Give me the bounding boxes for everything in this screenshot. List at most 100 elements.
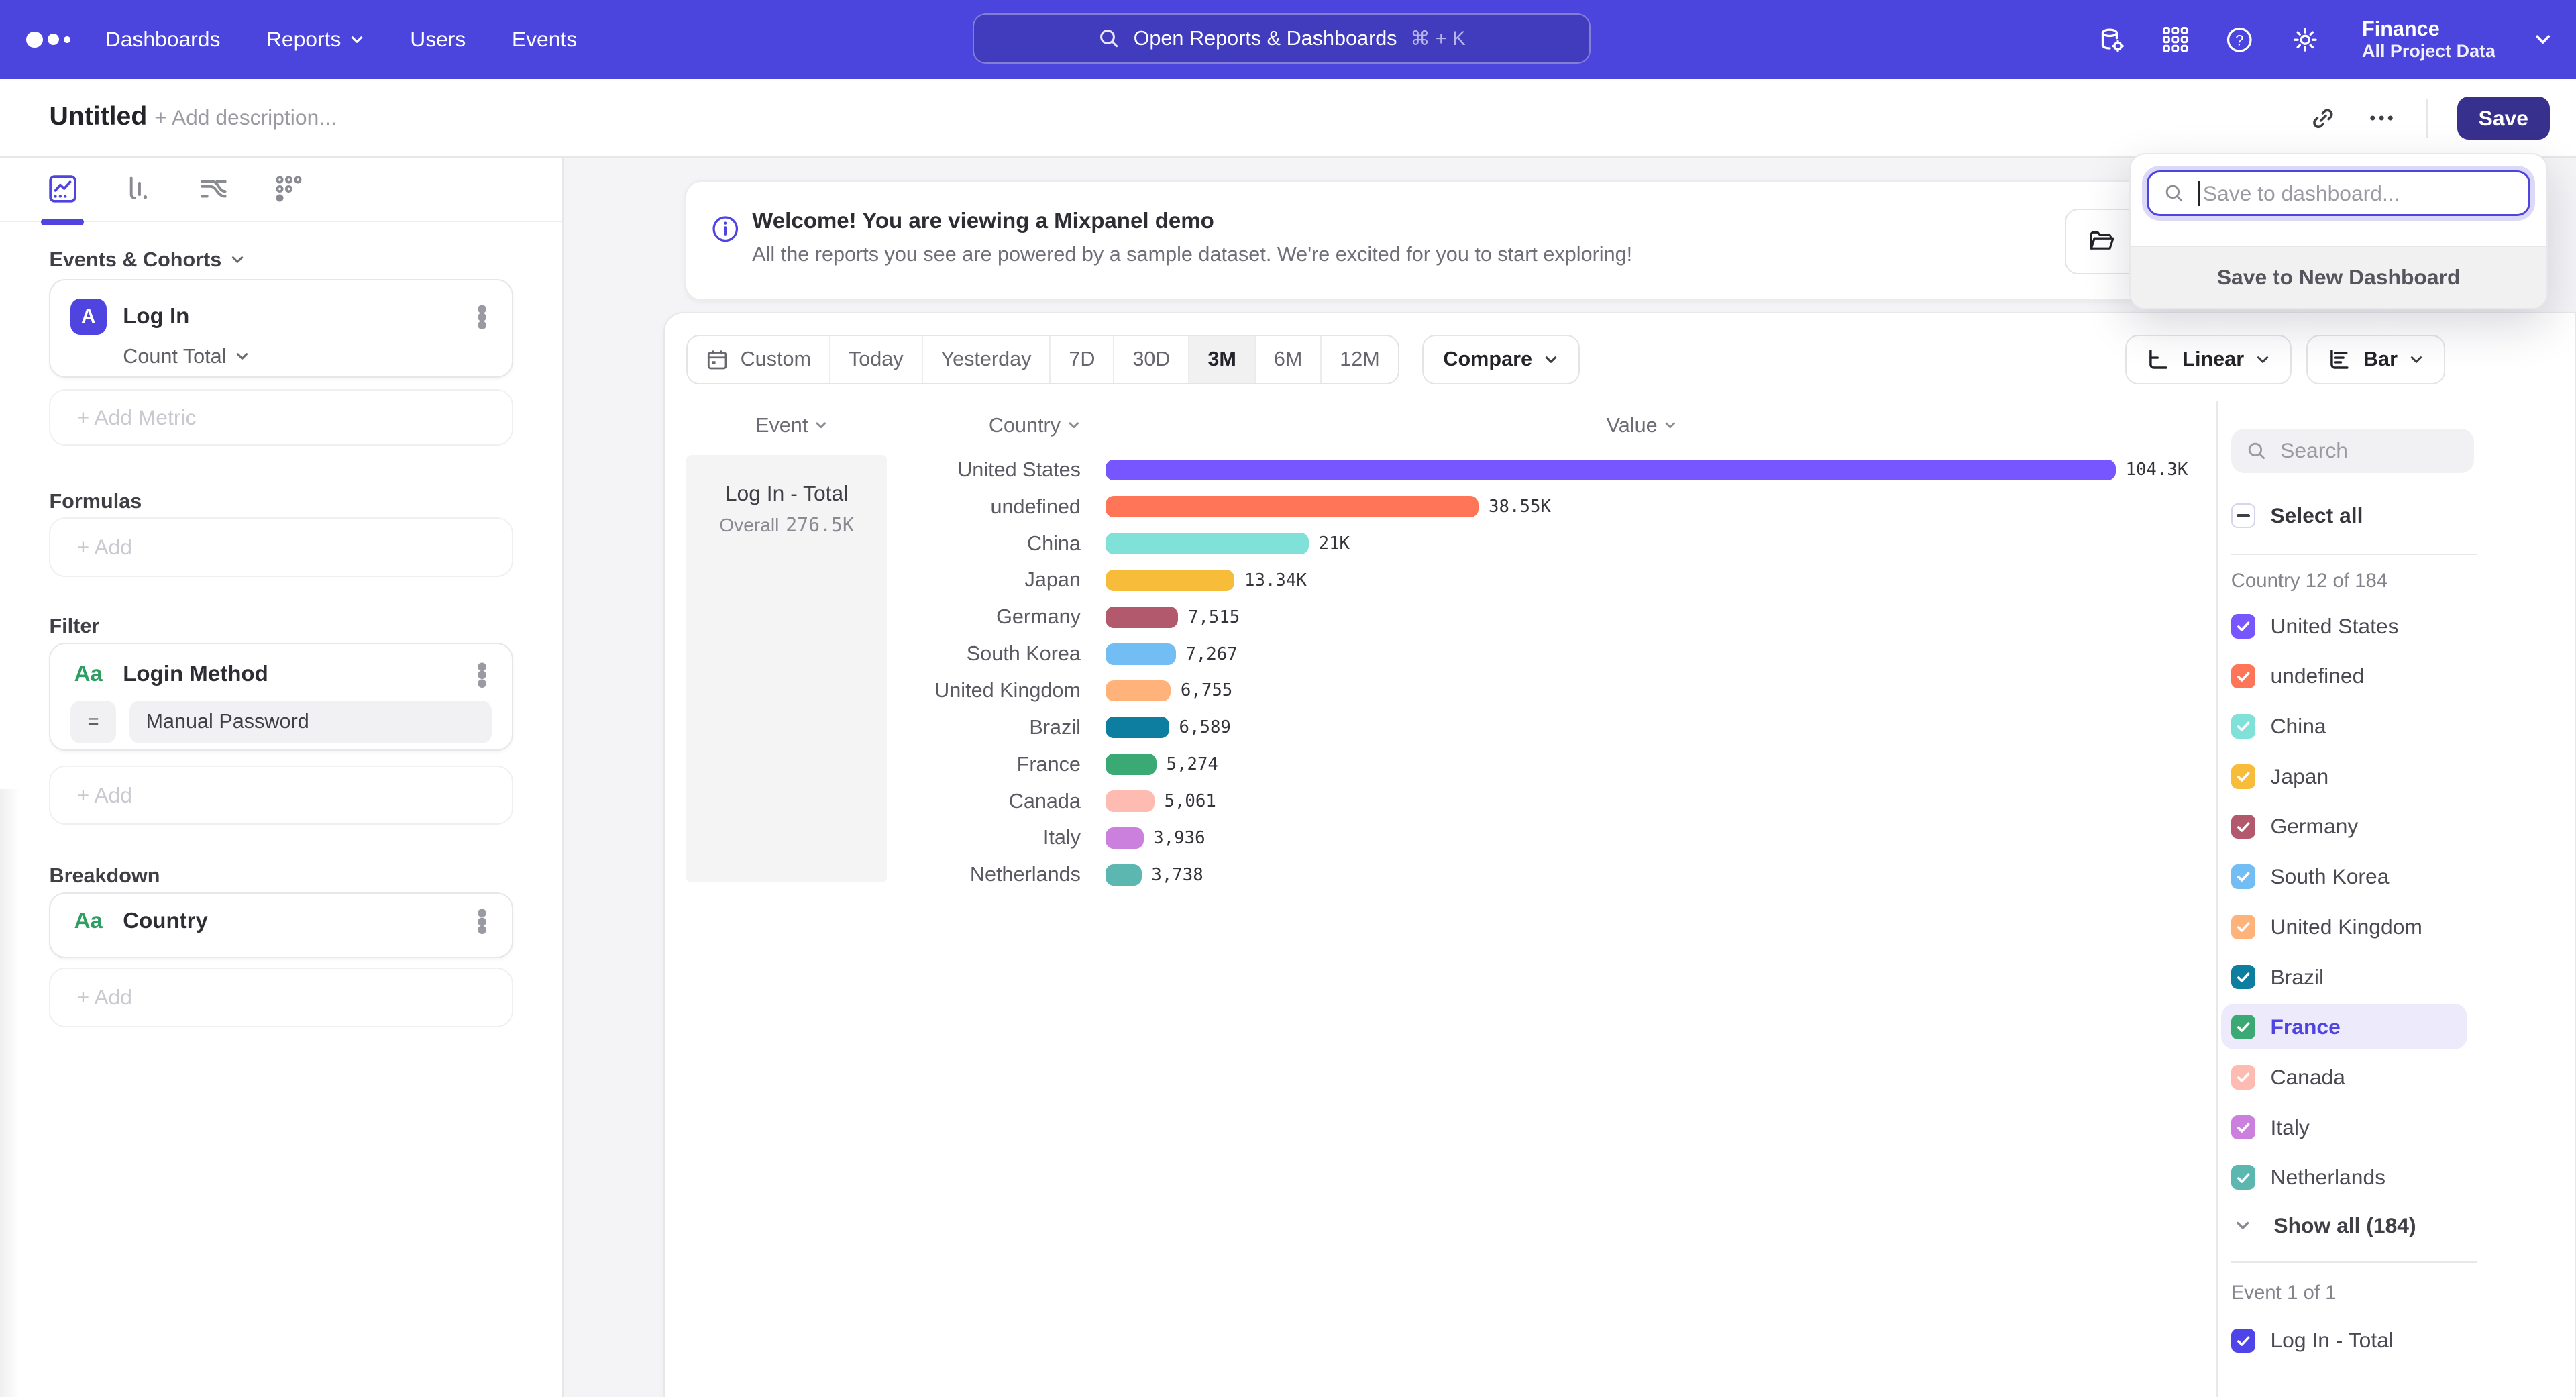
country-filter-item[interactable]: Brazil bbox=[2218, 952, 2575, 1002]
bar[interactable] bbox=[1106, 717, 1169, 738]
country-checkbox[interactable] bbox=[2231, 714, 2256, 739]
add-breakdown-button[interactable]: + Add bbox=[49, 968, 513, 1027]
compare-button[interactable]: Compare bbox=[1422, 335, 1580, 384]
event-checkbox-row[interactable]: Log In - Total bbox=[2218, 1318, 2575, 1364]
filter-operator[interactable]: = bbox=[70, 701, 117, 743]
value-column-header[interactable]: Value bbox=[1607, 414, 1677, 437]
range-today[interactable]: Today bbox=[829, 336, 922, 382]
chart-row: Netherlands3,738 bbox=[686, 856, 2213, 893]
kebab-menu-icon[interactable]: ●●● bbox=[472, 305, 492, 329]
country-checkbox[interactable] bbox=[2231, 664, 2256, 689]
country-checkbox[interactable] bbox=[2231, 965, 2256, 990]
range-yesterday[interactable]: Yesterday bbox=[922, 336, 1050, 382]
country-checkbox[interactable] bbox=[2231, 614, 2256, 639]
help-icon[interactable]: ? bbox=[2224, 24, 2255, 56]
nav-item-dashboards[interactable]: Dashboards bbox=[105, 27, 221, 52]
filter-value[interactable]: Manual Password bbox=[129, 701, 492, 743]
tab-insights[interactable] bbox=[43, 169, 83, 209]
panel-search-input[interactable]: Search bbox=[2231, 429, 2474, 473]
chevron-down-icon[interactable] bbox=[2533, 30, 2553, 49]
tab-funnels[interactable] bbox=[118, 169, 158, 209]
nav-item-users[interactable]: Users bbox=[410, 27, 466, 52]
country-filter-item[interactable]: Canada bbox=[2218, 1052, 2575, 1102]
country-filter-item[interactable]: Germany bbox=[2218, 802, 2575, 852]
global-search-button[interactable]: Open Reports & Dashboards ⌘ + K bbox=[973, 13, 1591, 64]
filter-card[interactable]: Aa Login Method ●●● = Manual Password bbox=[49, 643, 513, 752]
indeterminate-icon bbox=[2237, 514, 2250, 517]
breakdown-card[interactable]: Aa Country ●●● bbox=[49, 892, 513, 958]
select-all-row[interactable]: Select all bbox=[2218, 493, 2575, 539]
country-checkbox[interactable] bbox=[2231, 915, 2256, 939]
metric-aggregation[interactable]: Count Total bbox=[50, 335, 511, 388]
country-filter-item[interactable]: Japan bbox=[2218, 752, 2575, 802]
country-filter-item[interactable]: China bbox=[2218, 701, 2575, 752]
bar[interactable] bbox=[1106, 790, 1155, 812]
range-7d[interactable]: 7D bbox=[1049, 336, 1113, 382]
add-metric-button[interactable]: + Add Metric bbox=[49, 389, 513, 445]
event-column-header[interactable]: Event bbox=[755, 414, 828, 437]
country-checkbox[interactable] bbox=[2231, 864, 2256, 889]
metric-card[interactable]: A Log In ●●● Count Total bbox=[49, 279, 513, 378]
settings-gear-icon[interactable] bbox=[2290, 24, 2321, 56]
more-options-icon[interactable] bbox=[2367, 103, 2396, 133]
country-filter-item[interactable]: Italy bbox=[2218, 1102, 2575, 1153]
country-filter-item[interactable]: France bbox=[2218, 1002, 2575, 1052]
add-formula-button[interactable]: + Add bbox=[49, 517, 513, 576]
copy-link-icon[interactable] bbox=[2309, 105, 2337, 133]
nav-item-events[interactable]: Events bbox=[512, 27, 577, 52]
bar[interactable] bbox=[1106, 827, 1144, 849]
bar[interactable] bbox=[1106, 680, 1171, 702]
kebab-menu-icon[interactable]: ●●● bbox=[472, 662, 492, 687]
chart-type-selector[interactable]: Bar bbox=[2306, 335, 2445, 384]
bar[interactable] bbox=[1106, 754, 1157, 775]
bar[interactable] bbox=[1106, 864, 1142, 886]
bar[interactable] bbox=[1106, 496, 1479, 517]
country-filter-item[interactable]: United States bbox=[2218, 601, 2575, 652]
chevron-down-icon bbox=[235, 349, 250, 364]
country-column-header[interactable]: Country bbox=[989, 414, 1081, 437]
bar[interactable] bbox=[1106, 643, 1176, 665]
country-checkbox[interactable] bbox=[2231, 1065, 2256, 1090]
select-all-checkbox[interactable] bbox=[2231, 503, 2256, 528]
report-title[interactable]: Untitled bbox=[49, 102, 147, 132]
metrics-heading-label[interactable]: Events & Cohorts bbox=[49, 248, 221, 272]
add-filter-button[interactable]: + Add bbox=[49, 766, 513, 825]
metric-name[interactable]: Log In bbox=[123, 304, 455, 329]
range-30d[interactable]: 30D bbox=[1113, 336, 1188, 382]
country-filter-item[interactable]: South Korea bbox=[2218, 851, 2575, 902]
bar[interactable] bbox=[1106, 533, 1309, 554]
country-checkbox[interactable] bbox=[2231, 1115, 2256, 1140]
apps-grid-icon[interactable] bbox=[2161, 25, 2190, 54]
country-checkbox-label: United Kingdom bbox=[2270, 915, 2422, 939]
data-management-icon[interactable] bbox=[2096, 24, 2127, 56]
project-switcher[interactable]: Finance All Project Data bbox=[2362, 17, 2496, 62]
range-6m[interactable]: 6M bbox=[1254, 336, 1320, 382]
nav-item-reports[interactable]: Reports bbox=[266, 27, 364, 52]
bar[interactable] bbox=[1106, 570, 1235, 591]
save-button[interactable]: Save bbox=[2457, 97, 2550, 140]
country-filter-item[interactable]: Netherlands bbox=[2218, 1152, 2575, 1202]
breakdown-property-name[interactable]: Country bbox=[123, 909, 455, 934]
tab-retention[interactable] bbox=[270, 169, 309, 209]
country-filter-item[interactable]: United Kingdom bbox=[2218, 902, 2575, 952]
bar[interactable] bbox=[1106, 607, 1179, 628]
filter-property-name[interactable]: Login Method bbox=[123, 662, 455, 687]
bar[interactable] bbox=[1106, 460, 2116, 481]
show-all-button[interactable]: Show all (184) bbox=[2218, 1202, 2575, 1249]
save-to-new-dashboard-button[interactable]: Save to New Dashboard bbox=[2131, 246, 2546, 308]
range-12m[interactable]: 12M bbox=[1320, 336, 1397, 382]
country-filter-item[interactable]: undefined bbox=[2218, 652, 2575, 702]
country-checkbox[interactable] bbox=[2231, 1015, 2256, 1039]
add-description-button[interactable]: + Add description... bbox=[154, 105, 337, 130]
mixpanel-logo-icon[interactable] bbox=[26, 0, 70, 79]
country-checkbox[interactable] bbox=[2231, 1165, 2256, 1190]
scale-selector[interactable]: Linear bbox=[2125, 335, 2292, 384]
save-dashboard-search-input[interactable]: Save to dashboard... bbox=[2147, 170, 2530, 217]
country-checkbox[interactable] bbox=[2231, 764, 2256, 789]
kebab-menu-icon[interactable]: ●●● bbox=[472, 909, 492, 933]
range-custom[interactable]: Custom bbox=[688, 336, 829, 382]
event-checkbox[interactable] bbox=[2231, 1329, 2256, 1353]
country-checkbox[interactable] bbox=[2231, 815, 2256, 839]
tab-flows[interactable] bbox=[194, 169, 233, 209]
range-3m-active[interactable]: 3M bbox=[1188, 336, 1254, 382]
